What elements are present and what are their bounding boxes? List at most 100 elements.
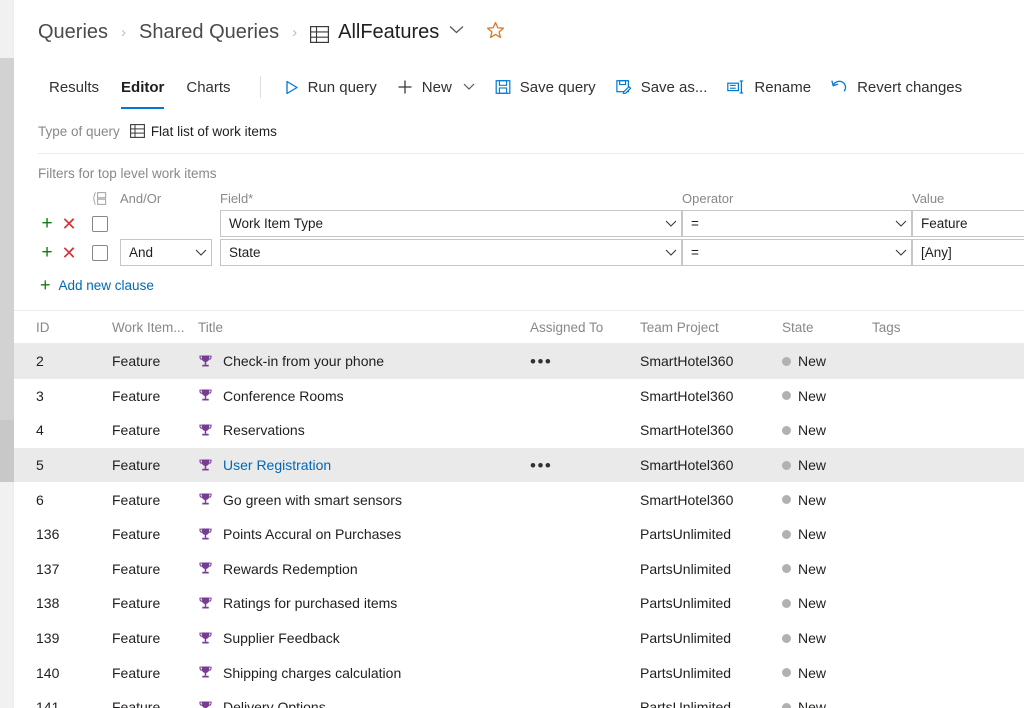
title-link[interactable]: Go green with smart sensors bbox=[223, 492, 402, 508]
results-header-row: ID Work Item... Title Assigned To Team P… bbox=[14, 311, 1024, 344]
tab-results[interactable]: Results bbox=[38, 64, 110, 110]
filters-header-operator: Operator bbox=[682, 190, 734, 206]
title-link[interactable]: Reservations bbox=[223, 422, 305, 438]
tab-editor[interactable]: Editor bbox=[110, 64, 175, 110]
breadcrumb-query-name[interactable]: AllFeatures bbox=[338, 21, 439, 44]
page-scrollbar-thumb-lower[interactable] bbox=[0, 420, 14, 482]
star-icon[interactable] bbox=[486, 21, 505, 45]
play-icon bbox=[285, 80, 299, 95]
column-header-team-project[interactable]: Team Project bbox=[640, 320, 782, 335]
rename-icon bbox=[727, 80, 745, 94]
delete-clause-icon[interactable]: ✕ bbox=[60, 215, 78, 233]
run-query-label: Run query bbox=[307, 78, 377, 96]
cell-team-project: PartsUnlimited bbox=[640, 664, 732, 681]
breadcrumb-shared-queries[interactable]: Shared Queries bbox=[139, 21, 279, 44]
title-link[interactable]: Points Accural on Purchases bbox=[223, 526, 401, 542]
save-icon bbox=[495, 79, 511, 95]
title-link[interactable]: User Registration bbox=[223, 457, 331, 473]
chevron-down-icon[interactable] bbox=[449, 21, 464, 39]
filters-header-field: Field* bbox=[220, 190, 254, 206]
field-value: State bbox=[229, 245, 261, 260]
add-clause-icon[interactable]: + bbox=[38, 214, 56, 233]
state-dot-icon bbox=[782, 529, 791, 539]
trophy-icon bbox=[198, 631, 214, 646]
save-query-button[interactable]: Save query bbox=[485, 68, 606, 106]
cell-title: Reservations bbox=[198, 422, 530, 438]
column-header-assigned-to[interactable]: Assigned To bbox=[530, 320, 640, 335]
table-row[interactable]: 4 Feature Reservations SmartHotel360 New bbox=[14, 413, 1024, 448]
state-label: New bbox=[798, 457, 827, 474]
title-link[interactable]: Supplier Feedback bbox=[223, 630, 340, 646]
results-rows: 2 Feature Check-in from your phone ••• Smart… bbox=[14, 344, 1024, 708]
add-clause-icon[interactable]: + bbox=[38, 243, 56, 262]
field-dropdown[interactable]: Work Item Type bbox=[220, 210, 682, 237]
revert-changes-button[interactable]: Revert changes bbox=[821, 68, 972, 106]
table-row[interactable]: 136 Feature Points Accural on Purchases Par… bbox=[14, 517, 1024, 552]
table-row[interactable]: 6 Feature Go green with smart sensors Smart… bbox=[14, 482, 1024, 517]
cell-title: Delivery Options bbox=[198, 699, 530, 708]
title-link[interactable]: Shipping charges calculation bbox=[223, 665, 401, 681]
breadcrumb-queries[interactable]: Queries bbox=[38, 21, 108, 44]
column-header-tags[interactable]: Tags bbox=[872, 320, 962, 335]
rename-button[interactable]: Rename bbox=[717, 68, 821, 106]
column-header-work-item-type[interactable]: Work Item... bbox=[112, 320, 198, 335]
andor-dropdown[interactable]: And bbox=[120, 239, 212, 266]
value-input[interactable]: Feature bbox=[912, 210, 1024, 237]
group-icon bbox=[84, 191, 120, 206]
cell-title: Points Accural on Purchases bbox=[198, 526, 530, 542]
title-link[interactable]: Check-in from your phone bbox=[223, 353, 384, 369]
filters-section: And/Or Field* Operator Value + ✕ Work It… bbox=[14, 181, 1024, 294]
filter-row-actions: + ✕ bbox=[38, 243, 84, 262]
column-header-id[interactable]: ID bbox=[36, 320, 112, 335]
rename-label: Rename bbox=[754, 78, 812, 96]
table-row[interactable]: 3 Feature Conference Rooms SmartHotel360 New bbox=[14, 379, 1024, 414]
column-header-state[interactable]: State bbox=[782, 320, 872, 335]
field-dropdown[interactable]: State bbox=[220, 239, 682, 266]
run-query-button[interactable]: Run query bbox=[275, 68, 387, 106]
chevron-down-icon bbox=[463, 81, 475, 93]
add-new-clause-button[interactable]: + Add new clause bbox=[38, 267, 1024, 294]
filter-group-checkbox[interactable] bbox=[92, 215, 108, 232]
state-label: New bbox=[798, 664, 827, 681]
operator-dropdown[interactable]: = bbox=[682, 239, 912, 266]
column-header-title[interactable]: Title bbox=[198, 320, 530, 335]
table-row[interactable]: 137 Feature Rewards Redemption PartsUnlimit… bbox=[14, 552, 1024, 587]
query-type-value[interactable]: Flat list of work items bbox=[129, 124, 277, 139]
more-actions-icon[interactable]: ••• bbox=[530, 457, 552, 474]
title-link[interactable]: Conference Rooms bbox=[223, 388, 344, 404]
table-row[interactable]: 139 Feature Supplier Feedback PartsUnlimite… bbox=[14, 621, 1024, 656]
cell-title: Supplier Feedback bbox=[198, 630, 530, 646]
table-row[interactable]: 2 Feature Check-in from your phone ••• Smart… bbox=[14, 344, 1024, 379]
cell-work-item-type: Feature bbox=[112, 457, 161, 474]
delete-clause-icon[interactable]: ✕ bbox=[60, 244, 78, 262]
new-button[interactable]: New bbox=[387, 68, 485, 106]
cell-state: New bbox=[782, 630, 872, 646]
cell-title: Conference Rooms bbox=[198, 388, 530, 404]
title-link[interactable]: Delivery Options bbox=[223, 699, 326, 708]
table-row[interactable]: 5 Feature User Registration ••• SmartHotel36… bbox=[14, 447, 1024, 483]
page-scrollbar-thumb[interactable] bbox=[0, 58, 14, 482]
cell-work-item-type: Feature bbox=[112, 526, 161, 543]
row-context-menu-cell: ••• bbox=[530, 353, 598, 370]
save-as-button[interactable]: Save as... bbox=[606, 68, 718, 106]
value-input[interactable]: [Any] bbox=[912, 239, 1024, 266]
more-actions-icon[interactable]: ••• bbox=[530, 353, 552, 370]
cell-state: New bbox=[782, 595, 872, 611]
title-link[interactable]: Rewards Redemption bbox=[223, 561, 358, 577]
cell-title: Go green with smart sensors bbox=[198, 492, 530, 508]
state-label: New bbox=[798, 630, 827, 647]
operator-dropdown[interactable]: = bbox=[682, 210, 912, 237]
table-row[interactable]: 138 Feature Ratings for purchased items Par… bbox=[14, 586, 1024, 621]
page-scrollbar[interactable] bbox=[0, 0, 14, 708]
title-link[interactable]: Ratings for purchased items bbox=[223, 595, 397, 611]
tab-charts[interactable]: Charts bbox=[175, 64, 241, 110]
table-row[interactable]: 141 Feature Delivery Options PartsUnlimited… bbox=[14, 690, 1024, 708]
table-row[interactable]: 140 Feature Shipping charges calculation Pa… bbox=[14, 655, 1024, 690]
state-dot-icon bbox=[782, 564, 791, 574]
value-text: [Any] bbox=[921, 245, 952, 260]
filter-group-checkbox[interactable] bbox=[92, 244, 108, 261]
chevron-down-icon bbox=[189, 249, 207, 256]
flat-list-icon bbox=[129, 124, 145, 138]
cell-id: 6 bbox=[36, 491, 44, 508]
cell-team-project: SmartHotel360 bbox=[640, 457, 734, 474]
